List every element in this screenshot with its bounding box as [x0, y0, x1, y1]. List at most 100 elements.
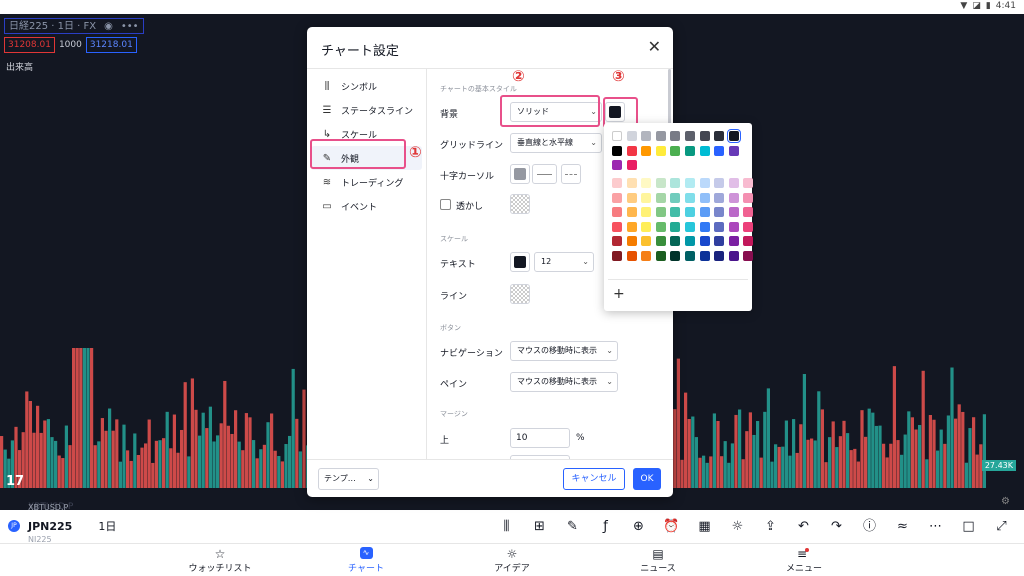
color-swatch[interactable] — [641, 178, 652, 188]
line-color-swatch[interactable] — [510, 284, 530, 304]
color-swatch[interactable] — [699, 192, 710, 203]
color-swatch[interactable] — [655, 146, 666, 156]
more-icon[interactable]: ••• — [121, 20, 139, 32]
color-swatch[interactable] — [714, 251, 725, 261]
grid-icon[interactable]: ▦ — [688, 517, 721, 537]
color-swatch[interactable] — [626, 251, 637, 261]
color-swatch[interactable] — [699, 251, 710, 261]
color-swatch[interactable] — [743, 251, 754, 261]
bulb-icon[interactable]: ☼ — [721, 517, 754, 537]
color-swatch[interactable] — [743, 236, 754, 247]
color-swatch[interactable] — [699, 236, 710, 247]
crosshair-dash-style[interactable] — [561, 164, 581, 184]
sidebar-item-events[interactable]: ▭ イベント — [311, 194, 422, 218]
color-swatch[interactable] — [670, 192, 681, 203]
pane-select[interactable]: マウスの移動時に表示 ⌄ — [510, 372, 618, 392]
color-swatch[interactable] — [670, 131, 681, 141]
sidebar-item-status-line[interactable]: ☰ ステータスライン — [311, 98, 422, 122]
color-swatch[interactable] — [728, 178, 739, 188]
color-swatch[interactable] — [670, 236, 681, 247]
color-swatch[interactable] — [728, 236, 739, 247]
color-swatch[interactable] — [655, 131, 666, 141]
color-swatch[interactable] — [641, 192, 652, 203]
color-swatch[interactable] — [685, 221, 695, 232]
color-swatch[interactable] — [641, 146, 652, 156]
color-swatch[interactable] — [714, 178, 725, 188]
color-swatch[interactable] — [670, 221, 681, 232]
color-swatch[interactable] — [714, 236, 725, 247]
text-color-swatch[interactable] — [510, 252, 530, 272]
color-swatch[interactable] — [699, 146, 710, 156]
color-swatch[interactable] — [685, 178, 695, 188]
color-swatch[interactable] — [626, 207, 637, 218]
color-swatch[interactable] — [655, 178, 666, 188]
color-swatch[interactable] — [626, 131, 637, 141]
color-swatch[interactable] — [612, 236, 622, 247]
navigation-select[interactable]: マウスの移動時に表示 ⌄ — [510, 341, 618, 361]
toolbar-symbol[interactable]: JPN225 — [28, 520, 72, 533]
crosshair-color-swatch[interactable] — [510, 164, 530, 184]
color-swatch[interactable] — [670, 207, 681, 218]
color-swatch[interactable] — [685, 236, 695, 247]
color-swatch[interactable] — [685, 251, 695, 261]
alarm-icon[interactable]: ⏰ — [655, 517, 688, 537]
grid-select[interactable]: 垂直線と水平線 ⌄ — [510, 133, 602, 153]
color-swatch[interactable] — [728, 207, 739, 218]
close-icon[interactable]: ✕ — [648, 37, 661, 56]
color-swatch[interactable] — [726, 129, 741, 143]
more-icon[interactable]: ⋯ — [919, 517, 952, 537]
color-swatch[interactable] — [655, 251, 666, 261]
info-icon[interactable]: ⓘ — [853, 517, 886, 537]
color-swatch[interactable] — [641, 251, 652, 261]
color-swatch[interactable] — [728, 192, 739, 203]
symbol-legend[interactable]: 日経225 · 1日 · FX ◉ ••• — [4, 18, 144, 34]
color-swatch[interactable] — [626, 160, 637, 170]
gear-icon[interactable]: ⚙ — [1001, 496, 1010, 507]
ok-button[interactable]: OK — [633, 468, 661, 490]
nav-news[interactable]: ▤ ニュース — [585, 544, 731, 576]
color-swatch[interactable] — [699, 221, 710, 232]
color-swatch[interactable] — [655, 207, 666, 218]
color-swatch[interactable] — [612, 251, 622, 261]
color-swatch[interactable] — [641, 221, 652, 232]
sidebar-item-trading[interactable]: ≋ トレーディング — [311, 170, 422, 194]
color-swatch[interactable] — [626, 236, 637, 247]
nav-menu[interactable]: ≡ メニュー — [731, 544, 877, 576]
color-swatch[interactable] — [655, 192, 666, 203]
candles-icon[interactable]: ⫼ — [490, 517, 523, 537]
color-swatch[interactable] — [685, 146, 695, 156]
color-swatch[interactable] — [612, 160, 622, 170]
symbol-selector[interactable]: JP JPN225 1日 — [8, 518, 116, 534]
pencil-icon[interactable]: ✎ — [556, 517, 589, 537]
buy-price[interactable]: 31218.01 — [85, 37, 137, 53]
text-size-select[interactable]: 12 ⌄ — [534, 252, 594, 272]
color-swatch[interactable] — [728, 251, 739, 261]
color-swatch[interactable] — [685, 131, 695, 141]
color-swatch[interactable] — [641, 236, 652, 247]
color-swatch[interactable] — [743, 221, 754, 232]
color-swatch[interactable] — [612, 207, 622, 218]
redo-icon[interactable]: ↷ — [820, 517, 853, 537]
color-swatch[interactable] — [612, 178, 622, 188]
color-swatch[interactable] — [641, 131, 652, 141]
eye-icon[interactable]: ◉ — [104, 20, 113, 32]
color-swatch[interactable] — [612, 131, 622, 141]
nav-ideas[interactable]: ☼ アイデア — [439, 544, 585, 576]
trading-icon[interactable]: ≈ — [886, 517, 919, 537]
color-swatch[interactable] — [670, 178, 681, 188]
fullscreen-icon[interactable]: ⤢ — [985, 517, 1018, 537]
color-swatch[interactable] — [714, 192, 725, 203]
color-swatch[interactable] — [626, 221, 637, 232]
undo-icon[interactable]: ↶ — [787, 517, 820, 537]
color-swatch[interactable] — [714, 131, 725, 141]
color-swatch[interactable] — [714, 221, 725, 232]
color-swatch[interactable] — [685, 192, 695, 203]
top-margin-input[interactable]: 10 — [510, 428, 570, 448]
color-swatch[interactable] — [714, 207, 725, 218]
nav-chart[interactable]: ∿ チャート — [293, 544, 439, 576]
color-swatch[interactable] — [626, 192, 637, 203]
color-swatch[interactable] — [670, 251, 681, 261]
color-swatch[interactable] — [655, 221, 666, 232]
toolbar-interval[interactable]: 1日 — [98, 518, 116, 534]
template-dropdown[interactable]: テンプ… ⌄ — [318, 468, 379, 490]
